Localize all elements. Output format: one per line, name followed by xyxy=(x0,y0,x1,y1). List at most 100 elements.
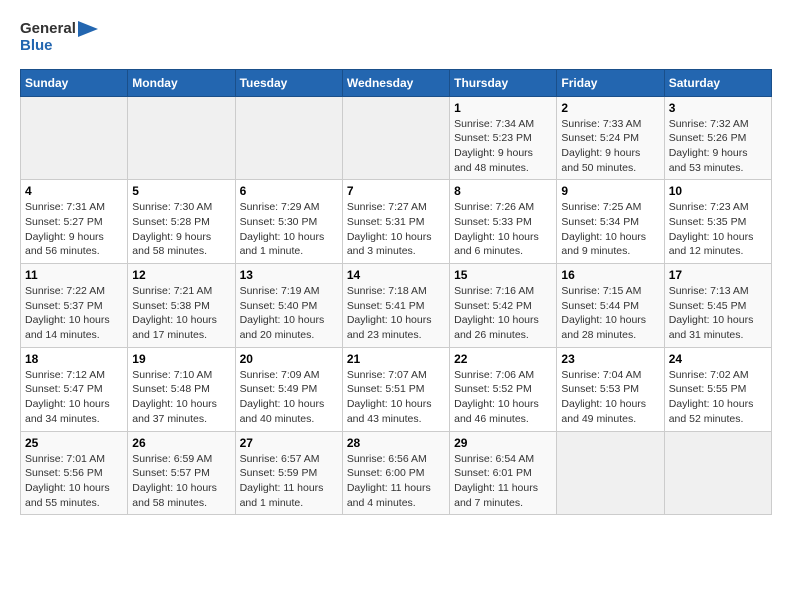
logo-wrapper: General Blue xyxy=(20,20,98,55)
day-info-line: Sunset: 5:47 PM xyxy=(25,382,123,397)
day-info-line: Sunset: 5:55 PM xyxy=(669,382,767,397)
logo-flag-icon xyxy=(78,21,98,49)
day-info-line: Sunrise: 7:29 AM xyxy=(240,200,338,215)
day-info-line: Sunrise: 7:01 AM xyxy=(25,452,123,467)
day-info-line: Sunrise: 7:22 AM xyxy=(25,284,123,299)
day-info-line: Sunset: 5:35 PM xyxy=(669,215,767,230)
logo-text: General Blue xyxy=(20,20,76,55)
calendar-cell xyxy=(235,96,342,180)
day-number: 15 xyxy=(454,268,552,282)
day-info-line: Daylight: 10 hours and 3 minutes. xyxy=(347,230,445,259)
day-info-line: Sunrise: 6:57 AM xyxy=(240,452,338,467)
calendar-cell: 28Sunrise: 6:56 AMSunset: 6:00 PMDayligh… xyxy=(342,431,449,515)
day-number: 14 xyxy=(347,268,445,282)
day-info-line: Sunset: 5:51 PM xyxy=(347,382,445,397)
weekday-header: Tuesday xyxy=(235,69,342,96)
day-info-line: Daylight: 10 hours and 9 minutes. xyxy=(561,230,659,259)
day-info-line: Sunset: 5:33 PM xyxy=(454,215,552,230)
day-number: 19 xyxy=(132,352,230,366)
weekday-header: Monday xyxy=(128,69,235,96)
day-info-line: Daylight: 10 hours and 26 minutes. xyxy=(454,313,552,342)
calendar-cell: 5Sunrise: 7:30 AMSunset: 5:28 PMDaylight… xyxy=(128,180,235,264)
logo: General Blue xyxy=(20,20,98,55)
day-info-line: Daylight: 9 hours and 58 minutes. xyxy=(132,230,230,259)
calendar-cell: 9 Sunrise: 7:25 AMSunset: 5:34 PMDaylight… xyxy=(557,180,664,264)
day-number: 24 xyxy=(669,352,767,366)
day-info-line: Sunset: 5:38 PM xyxy=(132,299,230,314)
day-info-line: Sunset: 5:44 PM xyxy=(561,299,659,314)
day-info-line: Sunrise: 7:25 AM xyxy=(561,200,659,215)
page-header: General Blue General Blue xyxy=(20,20,772,55)
day-info-line: Daylight: 10 hours and 31 minutes. xyxy=(669,313,767,342)
day-number: 8 xyxy=(454,184,552,198)
calendar-cell: 19Sunrise: 7:10 AMSunset: 5:48 PMDayligh… xyxy=(128,347,235,431)
calendar-week-row: 4Sunrise: 7:31 AMSunset: 5:27 PMDaylight… xyxy=(21,180,772,264)
day-info-line: Sunset: 5:23 PM xyxy=(454,131,552,146)
day-number: 26 xyxy=(132,436,230,450)
day-number: 22 xyxy=(454,352,552,366)
day-number: 1 xyxy=(454,101,552,115)
day-info-line: Daylight: 10 hours and 49 minutes. xyxy=(561,397,659,426)
calendar-cell xyxy=(128,96,235,180)
day-info-line: Sunrise: 7:02 AM xyxy=(669,368,767,383)
day-info-line: Sunset: 5:28 PM xyxy=(132,215,230,230)
day-info-line: Sunrise: 7:32 AM xyxy=(669,117,767,132)
calendar-cell: 3 Sunrise: 7:32 AMSunset: 5:26 PMDaylight… xyxy=(664,96,771,180)
weekday-header: Friday xyxy=(557,69,664,96)
day-number: 16 xyxy=(561,268,659,282)
day-number: 5 xyxy=(132,184,230,198)
calendar-cell xyxy=(557,431,664,515)
day-number: 4 xyxy=(25,184,123,198)
day-info-line: Daylight: 10 hours and 43 minutes. xyxy=(347,397,445,426)
day-info-line: Sunset: 5:48 PM xyxy=(132,382,230,397)
day-info-line: Sunrise: 7:07 AM xyxy=(347,368,445,383)
day-number: 11 xyxy=(25,268,123,282)
day-info-line: Daylight: 9 hours and 50 minutes. xyxy=(561,146,659,175)
day-info-line: Daylight: 10 hours and 58 minutes. xyxy=(132,481,230,510)
day-info-line: Sunrise: 7:27 AM xyxy=(347,200,445,215)
calendar-cell: 18Sunrise: 7:12 AMSunset: 5:47 PMDayligh… xyxy=(21,347,128,431)
day-info-line: Sunrise: 7:18 AM xyxy=(347,284,445,299)
day-info-line: Daylight: 10 hours and 6 minutes. xyxy=(454,230,552,259)
calendar-cell xyxy=(21,96,128,180)
calendar-cell: 23Sunrise: 7:04 AMSunset: 5:53 PMDayligh… xyxy=(557,347,664,431)
day-info-line: Sunrise: 7:26 AM xyxy=(454,200,552,215)
day-info-line: Daylight: 9 hours and 56 minutes. xyxy=(25,230,123,259)
calendar-cell: 25Sunrise: 7:01 AMSunset: 5:56 PMDayligh… xyxy=(21,431,128,515)
calendar-cell: 12Sunrise: 7:21 AMSunset: 5:38 PMDayligh… xyxy=(128,264,235,348)
calendar-cell: 14Sunrise: 7:18 AMSunset: 5:41 PMDayligh… xyxy=(342,264,449,348)
day-info-line: Daylight: 11 hours and 7 minutes. xyxy=(454,481,552,510)
day-info-line: Daylight: 10 hours and 34 minutes. xyxy=(25,397,123,426)
day-info-line: Sunrise: 7:16 AM xyxy=(454,284,552,299)
day-info-line: Sunset: 5:49 PM xyxy=(240,382,338,397)
day-info-line: Daylight: 10 hours and 37 minutes. xyxy=(132,397,230,426)
day-info-line: Sunset: 6:01 PM xyxy=(454,466,552,481)
day-number: 27 xyxy=(240,436,338,450)
day-info-line: Sunset: 5:59 PM xyxy=(240,466,338,481)
day-info-line: Sunset: 5:56 PM xyxy=(25,466,123,481)
day-info-line: Sunset: 5:26 PM xyxy=(669,131,767,146)
day-number: 17 xyxy=(669,268,767,282)
calendar-week-row: 1 Sunrise: 7:34 AMSunset: 5:23 PM Daylight… xyxy=(21,96,772,180)
calendar-cell: 27Sunrise: 6:57 AMSunset: 5:59 PMDayligh… xyxy=(235,431,342,515)
day-info-line: Sunset: 5:30 PM xyxy=(240,215,338,230)
calendar-cell: 26Sunrise: 6:59 AMSunset: 5:57 PMDayligh… xyxy=(128,431,235,515)
day-info-line: Sunset: 5:45 PM xyxy=(669,299,767,314)
day-number: 9 xyxy=(561,184,659,198)
day-info-line: Daylight: 9 hours and 53 minutes. xyxy=(669,146,767,175)
weekday-header: Sunday xyxy=(21,69,128,96)
day-info-line: Sunset: 5:34 PM xyxy=(561,215,659,230)
day-info-line: Daylight: 10 hours and 12 minutes. xyxy=(669,230,767,259)
logo-blue: Blue xyxy=(20,37,76,54)
day-info-line: Daylight: 10 hours and 17 minutes. xyxy=(132,313,230,342)
day-number: 2 xyxy=(561,101,659,115)
calendar-week-row: 25Sunrise: 7:01 AMSunset: 5:56 PMDayligh… xyxy=(21,431,772,515)
weekday-row: SundayMondayTuesdayWednesdayThursdayFrid… xyxy=(21,69,772,96)
day-info-line: Sunrise: 7:34 AM xyxy=(454,117,552,132)
day-info-line: Sunrise: 7:15 AM xyxy=(561,284,659,299)
day-info-line: Sunset: 5:53 PM xyxy=(561,382,659,397)
day-info-line: Sunset: 6:00 PM xyxy=(347,466,445,481)
day-number: 3 xyxy=(669,101,767,115)
calendar-header: SundayMondayTuesdayWednesdayThursdayFrid… xyxy=(21,69,772,96)
day-number: 7 xyxy=(347,184,445,198)
